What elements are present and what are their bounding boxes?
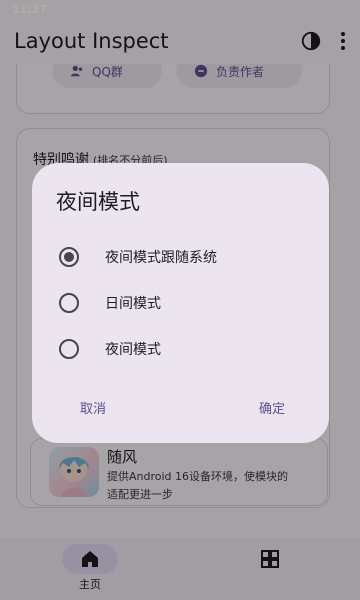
dialog-title: 夜间模式	[56, 190, 140, 214]
option-day-mode[interactable]: 日间模式	[56, 280, 305, 326]
radio-follow-system[interactable]	[59, 247, 79, 267]
dialog-actions: 取消 确定	[56, 389, 305, 425]
option-follow-system-label: 夜间模式跟随系统	[105, 250, 217, 266]
night-mode-dialog: 夜间模式 夜间模式跟随系统 日间模式 夜间模式 取消 确定	[32, 163, 329, 443]
radio-night-mode[interactable]	[59, 339, 79, 359]
option-night-mode[interactable]: 夜间模式	[56, 326, 305, 372]
option-day-mode-label: 日间模式	[105, 296, 161, 312]
option-follow-system[interactable]: 夜间模式跟随系统	[56, 234, 305, 280]
cancel-button[interactable]: 取消	[56, 390, 130, 425]
radio-day-mode[interactable]	[59, 293, 79, 313]
night-mode-options: 夜间模式跟随系统 日间模式 夜间模式	[56, 234, 305, 372]
option-night-mode-label: 夜间模式	[105, 342, 161, 358]
confirm-button[interactable]: 确定	[235, 390, 309, 425]
